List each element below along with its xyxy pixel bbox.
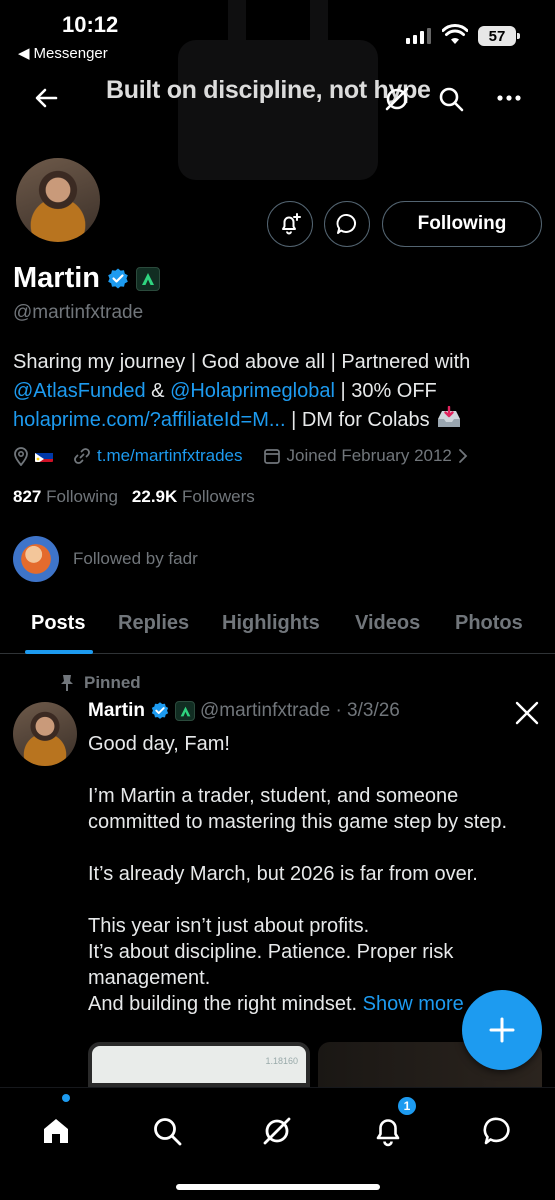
- bio-text: | DM for Colabs: [285, 409, 436, 431]
- post-line: It’s already March, but 2026 is far from…: [88, 863, 478, 885]
- bio-text: &: [145, 380, 171, 402]
- profile-handle: @martinfxtrade: [13, 302, 144, 323]
- joined-date: Joined February 2012: [286, 446, 452, 465]
- back-to-app[interactable]: ◀ Messenger: [18, 44, 108, 63]
- followers-count: 22.9K: [131, 487, 178, 506]
- tab-photos[interactable]: Photos: [455, 612, 523, 635]
- media-chart-label: 1.18160: [265, 1056, 298, 1066]
- profile-name: Martin: [13, 262, 100, 294]
- post-line-gap: [88, 835, 548, 861]
- post-line: This year isn’t just about profits.: [88, 915, 370, 937]
- verified-badge-icon: [151, 702, 169, 719]
- followers-stat[interactable]: 22.9K Followers: [132, 487, 255, 507]
- status-bar: 10:12 ◀ Messenger 57: [0, 0, 555, 70]
- mention-holaprimeglobal[interactable]: @Holaprimeglobal: [170, 380, 335, 402]
- followed-by-text: Followed by fadr: [73, 549, 198, 568]
- website-link[interactable]: t.me/martinfxtrades: [97, 446, 243, 466]
- philippines-flag-icon: [35, 450, 53, 462]
- post-handle-date: @martinfxtrade · 3/3/26: [200, 700, 400, 721]
- bio-text: Sharing my journey | God above all | Par…: [13, 351, 471, 373]
- cellular-signal-icon: [406, 28, 431, 44]
- tab-replies[interactable]: Replies: [118, 612, 189, 635]
- home-new-dot: [62, 1094, 70, 1102]
- post-line: Good day, Fam!: [88, 733, 230, 755]
- back-app-label: Messenger: [33, 44, 108, 62]
- post-line-gap: [88, 887, 548, 913]
- location-pin-icon: [14, 447, 28, 466]
- tab-highlights[interactable]: Highlights: [222, 612, 320, 635]
- profile-tabs: Posts Replies Highlights Videos Photos: [0, 598, 555, 654]
- profile-bio: Sharing my journey | God above all | Par…: [13, 348, 543, 435]
- calendar-icon: [263, 449, 280, 464]
- pinned-label: Pinned: [84, 673, 141, 692]
- home-indicator-bar[interactable]: [176, 1184, 380, 1190]
- inbox-tray-icon: [438, 405, 461, 427]
- banner-text: Built on discipline, not hype: [106, 76, 431, 104]
- post-author-avatar[interactable]: [13, 702, 77, 766]
- followed-by-row[interactable]: Followed by fadr: [13, 536, 198, 582]
- more-options-icon[interactable]: [496, 88, 522, 108]
- home-icon[interactable]: [40, 1115, 72, 1147]
- post-media-image[interactable]: 1.18160: [88, 1042, 310, 1087]
- post-author-name[interactable]: Martin: [88, 700, 145, 722]
- post-line: And building the right mindset.: [88, 993, 363, 1015]
- profile-name-row: Martin: [13, 262, 160, 295]
- chevron-right-icon: [458, 449, 468, 463]
- pin-icon: [61, 675, 73, 691]
- profile-meta-row: t.me/martinfxtrades Joined February 2012: [13, 446, 488, 466]
- bio-link[interactable]: holaprime.com/?affiliateId=M...: [13, 409, 286, 431]
- messages-icon[interactable]: [482, 1115, 514, 1147]
- notify-button[interactable]: [267, 201, 313, 247]
- profile-avatar[interactable]: [13, 155, 103, 245]
- atlas-logo-icon: [142, 272, 154, 285]
- location-item: [13, 446, 53, 466]
- following-stat[interactable]: 827 Following: [13, 487, 118, 507]
- search-icon[interactable]: [151, 1115, 183, 1147]
- affiliate-badge-icon[interactable]: [136, 266, 160, 291]
- tab-posts[interactable]: Posts: [31, 612, 85, 635]
- message-bubble-icon: [336, 213, 356, 234]
- active-tab-indicator: [25, 650, 93, 654]
- wifi-icon: [442, 24, 468, 44]
- compose-post-button[interactable]: [462, 990, 542, 1070]
- bio-text: | 30% OFF: [334, 380, 437, 402]
- status-time: 10:12: [62, 12, 119, 37]
- pinned-label-row: Pinned: [60, 673, 141, 693]
- battery-indicator: 57: [478, 26, 520, 46]
- tab-videos[interactable]: Videos: [355, 612, 420, 635]
- search-icon[interactable]: [438, 86, 464, 112]
- followers-label: Followers: [182, 487, 255, 506]
- affiliate-badge-icon: [175, 701, 195, 721]
- post-body[interactable]: Good day, Fam! I’m Martin a trader, stud…: [88, 731, 548, 1017]
- post-line: It’s about discipline. Patience. Proper …: [88, 941, 454, 989]
- post-line-gap: [88, 757, 548, 783]
- show-more-link[interactable]: Show more: [363, 993, 464, 1015]
- following-label: Following: [46, 487, 118, 506]
- website-item[interactable]: t.me/martinfxtrades: [73, 446, 243, 466]
- post-header: Martin @martinfxtrade · 3/3/26: [88, 700, 400, 722]
- joined-item[interactable]: Joined February 2012: [263, 446, 468, 466]
- back-triangle-icon: ◀: [18, 45, 30, 62]
- plus-icon: [489, 1017, 515, 1043]
- notifications-bell-icon[interactable]: [372, 1115, 404, 1147]
- link-icon: [74, 448, 90, 464]
- follower-avatar: [13, 536, 59, 582]
- mention-atlasfunded[interactable]: @AtlasFunded: [13, 380, 146, 402]
- follow-stats: 827 Following 22.9K Followers: [13, 487, 255, 507]
- notification-count-badge: 1: [396, 1095, 418, 1117]
- following-count: 827: [13, 487, 42, 506]
- following-button[interactable]: Following: [382, 201, 542, 247]
- back-arrow-icon[interactable]: [32, 84, 60, 112]
- message-button[interactable]: [324, 201, 370, 247]
- post-line: I’m Martin a trader, student, and someon…: [88, 785, 508, 833]
- grok-icon[interactable]: [261, 1115, 293, 1147]
- verified-badge-icon[interactable]: [106, 267, 130, 291]
- x-logo-icon: [515, 701, 539, 725]
- grok-icon[interactable]: [384, 86, 410, 112]
- bell-plus-icon: [282, 213, 301, 235]
